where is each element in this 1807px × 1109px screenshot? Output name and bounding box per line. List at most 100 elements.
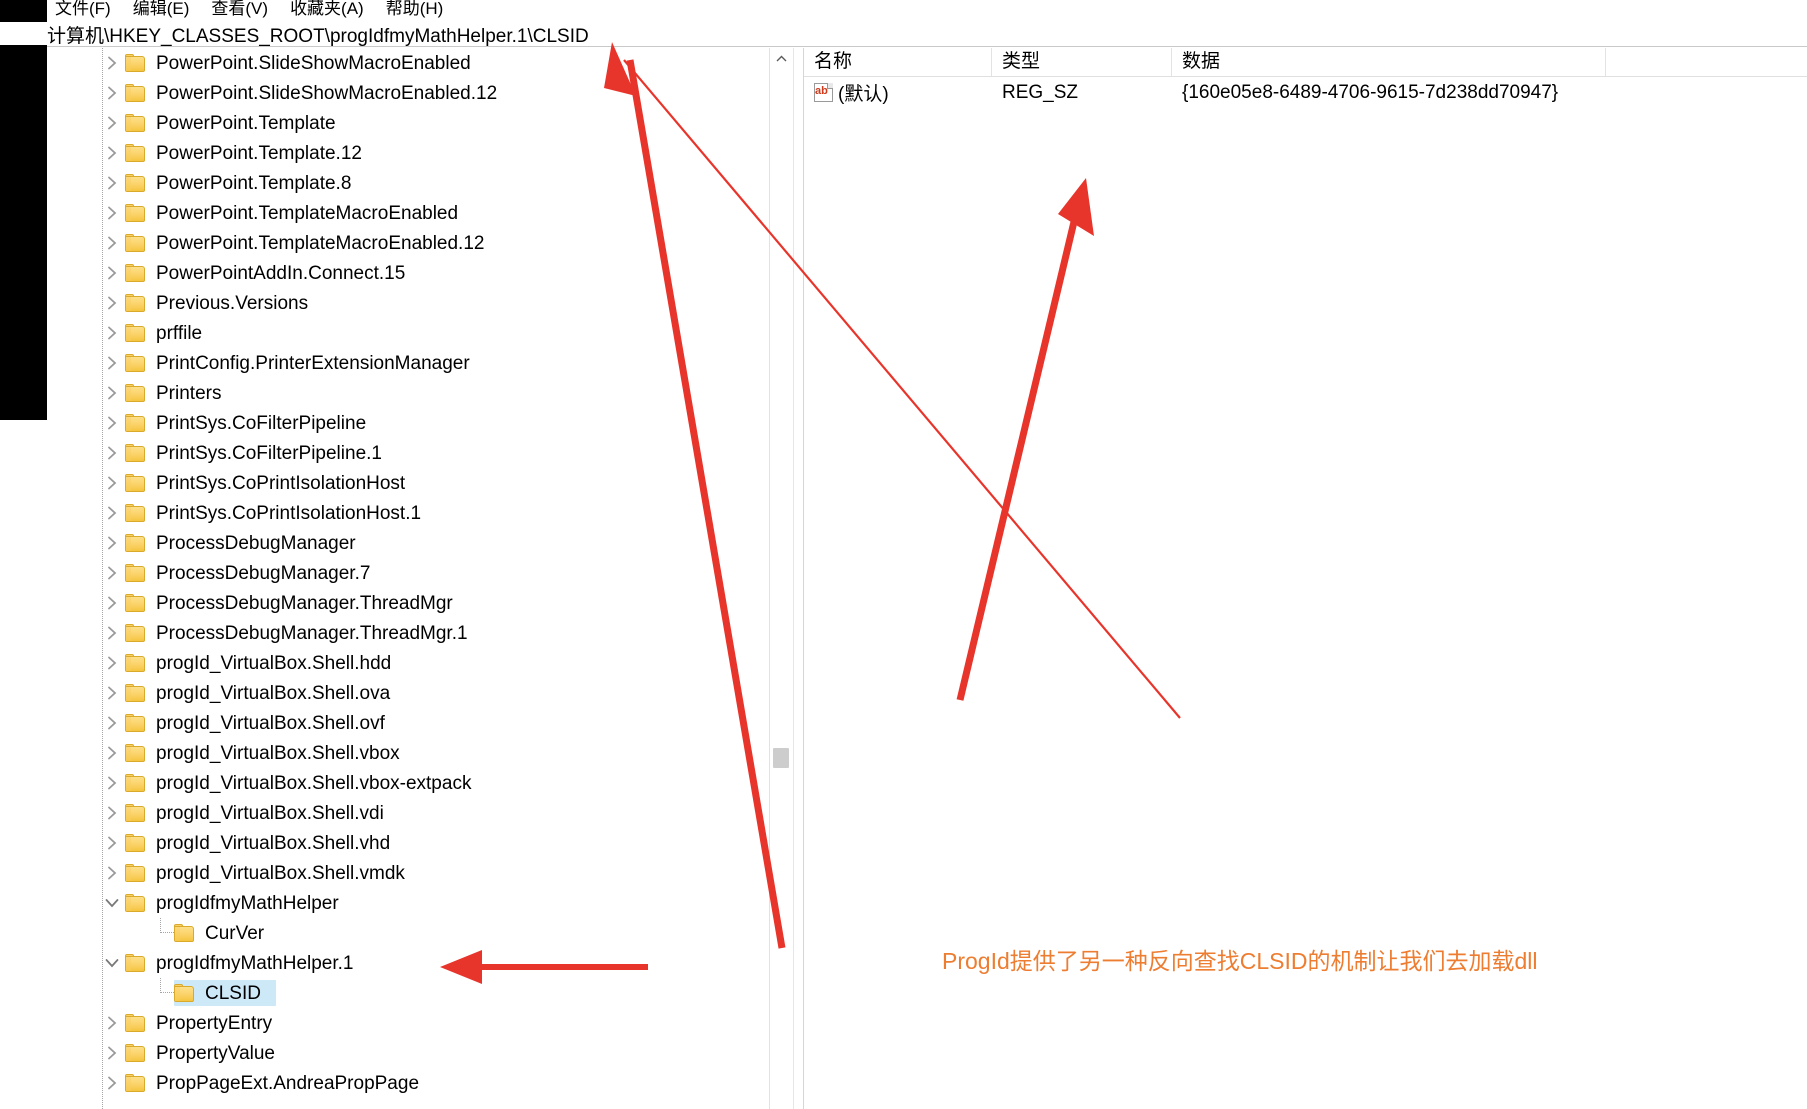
chevron-right-icon[interactable] [103, 714, 121, 732]
folder-icon [125, 893, 147, 913]
chevron-right-icon[interactable] [103, 744, 121, 762]
menu-item-view[interactable]: 查看(V) [211, 0, 268, 17]
menu-item-file[interactable]: 文件(F) [55, 0, 111, 17]
column-header-data[interactable]: 数据 [1172, 48, 1606, 76]
chevron-right-icon[interactable] [103, 774, 121, 792]
tree-item-label: Printers [156, 382, 222, 404]
tree-item-progid-virtualbox-shell-vmdk[interactable]: progId_VirtualBox.Shell.vmdk [47, 858, 777, 888]
chevron-right-icon[interactable] [103, 264, 121, 282]
chevron-right-icon[interactable] [103, 414, 121, 432]
tree-item-powerpoint-slideshowmacroenabled-12[interactable]: PowerPoint.SlideShowMacroEnabled.12 [47, 78, 777, 108]
tree-item-progid-virtualbox-shell-vbox-extpack[interactable]: progId_VirtualBox.Shell.vbox-extpack [47, 768, 777, 798]
scroll-up-icon[interactable] [770, 48, 792, 70]
folder-icon [125, 503, 147, 523]
chevron-right-icon[interactable] [103, 204, 121, 222]
tree-item-label: CurVer [205, 922, 265, 944]
chevron-right-icon[interactable] [103, 1014, 121, 1032]
chevron-right-icon[interactable] [103, 804, 121, 822]
chevron-right-icon[interactable] [103, 864, 121, 882]
folder-icon [125, 1073, 147, 1093]
chevron-right-icon[interactable] [103, 54, 121, 72]
tree-item-progid-virtualbox-shell-vhd[interactable]: progId_VirtualBox.Shell.vhd [47, 828, 777, 858]
chevron-right-icon[interactable] [103, 234, 121, 252]
tree-item-label: ProcessDebugManager [156, 532, 356, 554]
chevron-right-icon[interactable] [103, 624, 121, 642]
chevron-right-icon[interactable] [103, 174, 121, 192]
chevron-down-icon[interactable] [103, 954, 121, 972]
chevron-right-icon[interactable] [103, 474, 121, 492]
chevron-right-icon[interactable] [103, 654, 121, 672]
pane-splitter[interactable] [793, 48, 803, 1109]
chevron-right-icon[interactable] [103, 324, 121, 342]
chevron-right-icon[interactable] [103, 444, 121, 462]
tree-item-powerpoint-template-12[interactable]: PowerPoint.Template.12 [47, 138, 777, 168]
column-header-name[interactable]: 名称 [804, 48, 992, 76]
chevron-right-icon[interactable] [103, 834, 121, 852]
folder-icon [125, 53, 147, 73]
tree-item-label: ProcessDebugManager.ThreadMgr.1 [156, 622, 468, 644]
tree-item-processdebugmanager-7[interactable]: ProcessDebugManager.7 [47, 558, 777, 588]
folder-icon [125, 413, 147, 433]
menu-item-help[interactable]: 帮助(H) [386, 0, 444, 17]
registry-tree-pane[interactable]: PowerPoint.SlideShowMacroEnabled PowerPoi… [47, 48, 804, 1109]
menu-item-edit[interactable]: 编辑(E) [133, 0, 190, 17]
tree-item-powerpoint-slideshowmacroenabled[interactable]: PowerPoint.SlideShowMacroEnabled [47, 48, 777, 78]
tree-item-progid-virtualbox-shell-ova[interactable]: progId_VirtualBox.Shell.ova [47, 678, 777, 708]
chevron-right-icon[interactable] [103, 144, 121, 162]
tree-item-progid-virtualbox-shell-vdi[interactable]: progId_VirtualBox.Shell.vdi [47, 798, 777, 828]
tree-item-label: ProcessDebugManager.7 [156, 562, 371, 584]
chevron-right-icon[interactable] [103, 384, 121, 402]
chevron-right-icon[interactable] [103, 684, 121, 702]
menu-item-favorites[interactable]: 收藏夹(A) [290, 0, 364, 17]
tree-item-printconfig-printerextensionmanager[interactable]: PrintConfig.PrinterExtensionManager [47, 348, 777, 378]
tree-item-powerpoint-template[interactable]: PowerPoint.Template [47, 108, 777, 138]
tree-item-powerpoint-templatemacroenabled-12[interactable]: PowerPoint.TemplateMacroEnabled.12 [47, 228, 777, 258]
registry-tree[interactable]: PowerPoint.SlideShowMacroEnabled PowerPoi… [47, 48, 777, 1098]
tree-item-printsys-cofilterpipeline-1[interactable]: PrintSys.CoFilterPipeline.1 [47, 438, 777, 468]
chevron-right-icon[interactable] [103, 84, 121, 102]
tree-item-progidfmymathhelper[interactable]: progIdfmyMathHelper [47, 888, 777, 918]
tree-item-printsys-cofilterpipeline[interactable]: PrintSys.CoFilterPipeline [47, 408, 777, 438]
tree-item-previous-versions[interactable]: Previous.Versions [47, 288, 777, 318]
tree-item-processdebugmanager-threadmgr[interactable]: ProcessDebugManager.ThreadMgr [47, 588, 777, 618]
tree-item-progid-virtualbox-shell-ovf[interactable]: progId_VirtualBox.Shell.ovf [47, 708, 777, 738]
tree-item-propertyentry[interactable]: PropertyEntry [47, 1008, 777, 1038]
chevron-down-icon[interactable] [103, 894, 121, 912]
menu-bar: 文件(F) 编辑(E) 查看(V) 收藏夹(A) 帮助(H) [47, 0, 1807, 20]
tree-item-powerpoint-template-8[interactable]: PowerPoint.Template.8 [47, 168, 777, 198]
chevron-right-icon[interactable] [103, 564, 121, 582]
chevron-right-icon[interactable] [103, 534, 121, 552]
tree-item-progid-virtualbox-shell-vbox[interactable]: progId_VirtualBox.Shell.vbox [47, 738, 777, 768]
tree-item-powerpoint-templatemacroenabled[interactable]: PowerPoint.TemplateMacroEnabled [47, 198, 777, 228]
chevron-right-icon[interactable] [103, 294, 121, 312]
chevron-right-icon[interactable] [103, 354, 121, 372]
tree-item-printsys-coprintisolationhost[interactable]: PrintSys.CoPrintIsolationHost [47, 468, 777, 498]
tree-item-printsys-coprintisolationhost-1[interactable]: PrintSys.CoPrintIsolationHost.1 [47, 498, 777, 528]
chevron-right-icon[interactable] [103, 1074, 121, 1092]
tree-item-label: PrintSys.CoFilterPipeline.1 [156, 442, 382, 464]
tree-item-label: Previous.Versions [156, 292, 309, 314]
table-row[interactable]: ab (默认) REG_SZ {160e05e8-6489-4706-9615-… [804, 77, 1807, 108]
tree-item-clsid[interactable]: CLSID [47, 978, 777, 1008]
tree-item-powerpointaddin-connect-15[interactable]: PowerPointAddIn.Connect.15 [47, 258, 777, 288]
tree-item-proppageext-andreaproppage[interactable]: PropPageExt.AndreaPropPage [47, 1068, 777, 1098]
tree-item-processdebugmanager-threadmgr-1[interactable]: ProcessDebugManager.ThreadMgr.1 [47, 618, 777, 648]
folder-icon [125, 653, 147, 673]
tree-scroll-thumb[interactable] [773, 748, 789, 768]
tree-item-printers[interactable]: Printers [47, 378, 777, 408]
tree-item-progid-virtualbox-shell-hdd[interactable]: progId_VirtualBox.Shell.hdd [47, 648, 777, 678]
tree-item-progidfmymathhelper-1[interactable]: progIdfmyMathHelper.1 [47, 948, 777, 978]
chevron-right-icon[interactable] [103, 504, 121, 522]
chevron-right-icon[interactable] [103, 114, 121, 132]
chevron-right-icon[interactable] [103, 594, 121, 612]
tree-item-processdebugmanager[interactable]: ProcessDebugManager [47, 528, 777, 558]
tree-item-propertyvalue[interactable]: PropertyValue [47, 1038, 777, 1068]
chevron-right-icon[interactable] [103, 1044, 121, 1062]
folder-icon [125, 953, 147, 973]
value-name-cell[interactable]: ab (默认) [804, 79, 992, 106]
tree-vertical-scrollbar[interactable] [769, 48, 791, 1109]
address-bar[interactable]: 计算机\HKEY_CLASSES_ROOT\progIdfmyMathHelpe… [47, 23, 1807, 47]
tree-item-prffile[interactable]: prffile [47, 318, 777, 348]
column-header-type[interactable]: 类型 [992, 48, 1172, 76]
tree-item-curver[interactable]: CurVer [47, 918, 777, 948]
